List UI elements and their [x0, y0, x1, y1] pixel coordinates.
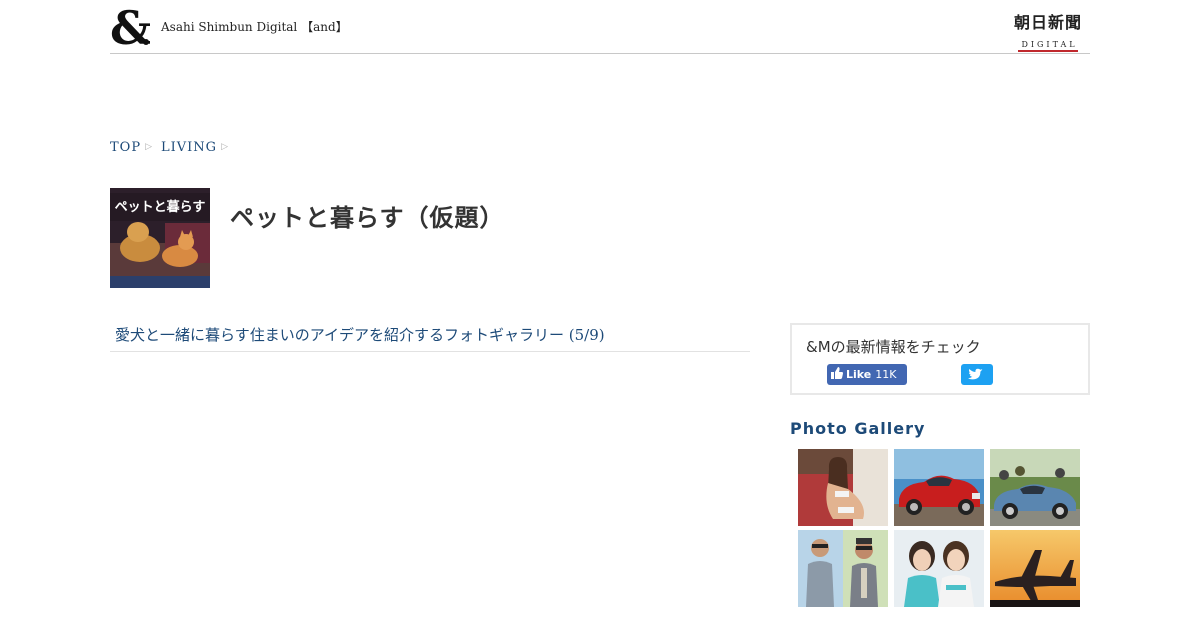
- chevron-right-icon: ▷: [221, 142, 229, 152]
- facebook-like-button[interactable]: Like 11K: [827, 364, 907, 385]
- breadcrumb: TOP ▷ LIVING ▷: [110, 140, 237, 155]
- twitter-bird-icon: [968, 368, 983, 380]
- site-name-text: Asahi Shimbun Digital: [161, 20, 298, 34]
- category-title: ペットと暮らす（仮題）: [230, 204, 505, 232]
- site-header: & Asahi Shimbun Digital 【and】 朝日新聞 DIGIT…: [110, 0, 1090, 55]
- ampersand-logo[interactable]: &: [110, 1, 152, 55]
- gallery-thumb-model[interactable]: [798, 449, 888, 526]
- category-thumbnail-text: ペットと暮らす: [115, 199, 206, 215]
- breadcrumb-top[interactable]: TOP: [110, 140, 141, 155]
- facebook-like-count: 11K: [875, 368, 897, 381]
- twitter-button[interactable]: [961, 364, 993, 385]
- bracket-open: 【: [301, 20, 314, 34]
- chevron-right-icon: ▷: [145, 142, 153, 152]
- gallery-thumb-street-fashion[interactable]: [798, 530, 888, 607]
- site-name: Asahi Shimbun Digital 【and】: [161, 18, 348, 35]
- bracket-close: 】: [335, 20, 348, 34]
- gallery-thumb-red-car[interactable]: [894, 449, 984, 526]
- asahi-digital-brand-logo[interactable]: 朝日新聞 DIGITAL: [1008, 13, 1088, 52]
- article-title-text: 愛犬と一緒に暮らす住まいのアイデアを紹介するフォトギャラリー: [115, 326, 564, 344]
- brand-bottom-text: DIGITAL: [1018, 40, 1078, 52]
- social-box: &Mの最新情報をチェック Like 11K: [790, 323, 1090, 395]
- photo-gallery-heading: Photo Gallery: [790, 419, 926, 438]
- gallery-thumb-airplane[interactable]: [990, 530, 1080, 607]
- thumbs-up-icon: [831, 367, 843, 379]
- facebook-like-label: Like: [846, 368, 872, 381]
- article-title: 愛犬と一緒に暮らす住まいのアイデアを紹介するフォトギャラリー (5/9): [110, 324, 750, 352]
- social-box-title: &Mの最新情報をチェック: [806, 338, 981, 356]
- gallery-thumb-blue-car[interactable]: [990, 449, 1080, 526]
- gallery-thumb-race-queens[interactable]: [894, 530, 984, 607]
- article-page-counter: (5/9): [568, 326, 605, 344]
- site-bracket-text: and: [313, 20, 336, 34]
- photo-gallery-grid: [798, 449, 1080, 607]
- category-thumbnail[interactable]: ペットと暮らす: [110, 188, 210, 288]
- brand-top-text: 朝日新聞: [1013, 13, 1082, 32]
- breadcrumb-living[interactable]: LIVING: [161, 140, 217, 155]
